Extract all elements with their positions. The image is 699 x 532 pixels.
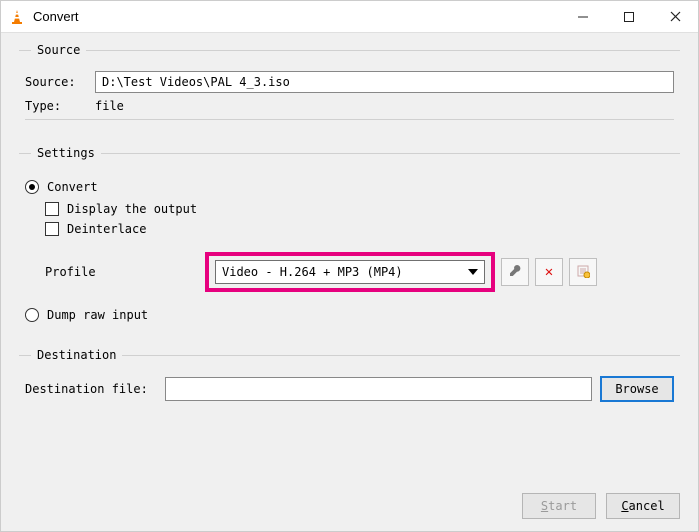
checkbox-icon bbox=[45, 202, 59, 216]
display-output-label: Display the output bbox=[67, 202, 197, 216]
convert-radio-label: Convert bbox=[47, 180, 98, 194]
delete-icon: ✕ bbox=[545, 264, 553, 280]
deinterlace-checkbox[interactable]: Deinterlace bbox=[45, 222, 674, 236]
radio-icon bbox=[25, 308, 39, 322]
type-label: Type: bbox=[25, 99, 95, 113]
start-label: Start bbox=[541, 499, 577, 513]
destination-file-label: Destination file: bbox=[25, 382, 165, 396]
settings-legend: Settings bbox=[31, 146, 101, 160]
new-profile-icon bbox=[576, 264, 590, 281]
titlebar: Convert bbox=[1, 1, 698, 33]
source-group: Source Source: D:\Test Videos\PAL 4_3.is… bbox=[19, 43, 680, 130]
source-path-value: D:\Test Videos\PAL 4_3.iso bbox=[102, 75, 290, 89]
minimize-button[interactable] bbox=[560, 1, 606, 32]
display-output-checkbox[interactable]: Display the output bbox=[45, 202, 674, 216]
destination-file-input[interactable] bbox=[165, 377, 592, 401]
source-label: Source: bbox=[25, 75, 95, 89]
browse-button[interactable]: Browse bbox=[600, 376, 674, 402]
dump-raw-radio[interactable]: Dump raw input bbox=[25, 308, 674, 322]
profile-label: Profile bbox=[45, 265, 205, 279]
type-value: file bbox=[95, 99, 124, 113]
profile-highlight: Video - H.264 + MP3 (MP4) bbox=[205, 252, 495, 292]
destination-legend: Destination bbox=[31, 348, 122, 362]
dump-raw-label: Dump raw input bbox=[47, 308, 148, 322]
window-title: Convert bbox=[33, 9, 560, 24]
dialog-body: Source Source: D:\Test Videos\PAL 4_3.is… bbox=[1, 33, 698, 491]
start-button[interactable]: Start bbox=[522, 493, 596, 519]
delete-profile-button[interactable]: ✕ bbox=[535, 258, 563, 286]
window-controls bbox=[560, 1, 698, 32]
divider bbox=[25, 119, 674, 120]
source-path-field[interactable]: D:\Test Videos\PAL 4_3.iso bbox=[95, 71, 674, 93]
cancel-label: Cancel bbox=[621, 499, 664, 513]
browse-label: Browse bbox=[615, 382, 658, 396]
profile-select[interactable]: Video - H.264 + MP3 (MP4) bbox=[215, 260, 485, 284]
convert-radio[interactable]: Convert bbox=[25, 180, 674, 194]
wrench-icon bbox=[508, 264, 522, 281]
close-button[interactable] bbox=[652, 1, 698, 32]
checkbox-icon bbox=[45, 222, 59, 236]
radio-icon bbox=[25, 180, 39, 194]
edit-profile-button[interactable] bbox=[501, 258, 529, 286]
new-profile-button[interactable] bbox=[569, 258, 597, 286]
dialog-footer: Start Cancel bbox=[1, 491, 698, 531]
vlc-cone-icon bbox=[9, 9, 25, 25]
destination-group: Destination Destination file: Browse bbox=[19, 348, 680, 412]
profile-value: Video - H.264 + MP3 (MP4) bbox=[222, 265, 468, 279]
source-legend: Source bbox=[31, 43, 86, 57]
deinterlace-label: Deinterlace bbox=[67, 222, 146, 236]
cancel-button[interactable]: Cancel bbox=[606, 493, 680, 519]
chevron-down-icon bbox=[468, 269, 478, 275]
maximize-button[interactable] bbox=[606, 1, 652, 32]
settings-group: Settings Convert Display the output Dein… bbox=[19, 146, 680, 332]
convert-dialog: Convert Source Source: D:\Test Videos\PA… bbox=[0, 0, 699, 532]
